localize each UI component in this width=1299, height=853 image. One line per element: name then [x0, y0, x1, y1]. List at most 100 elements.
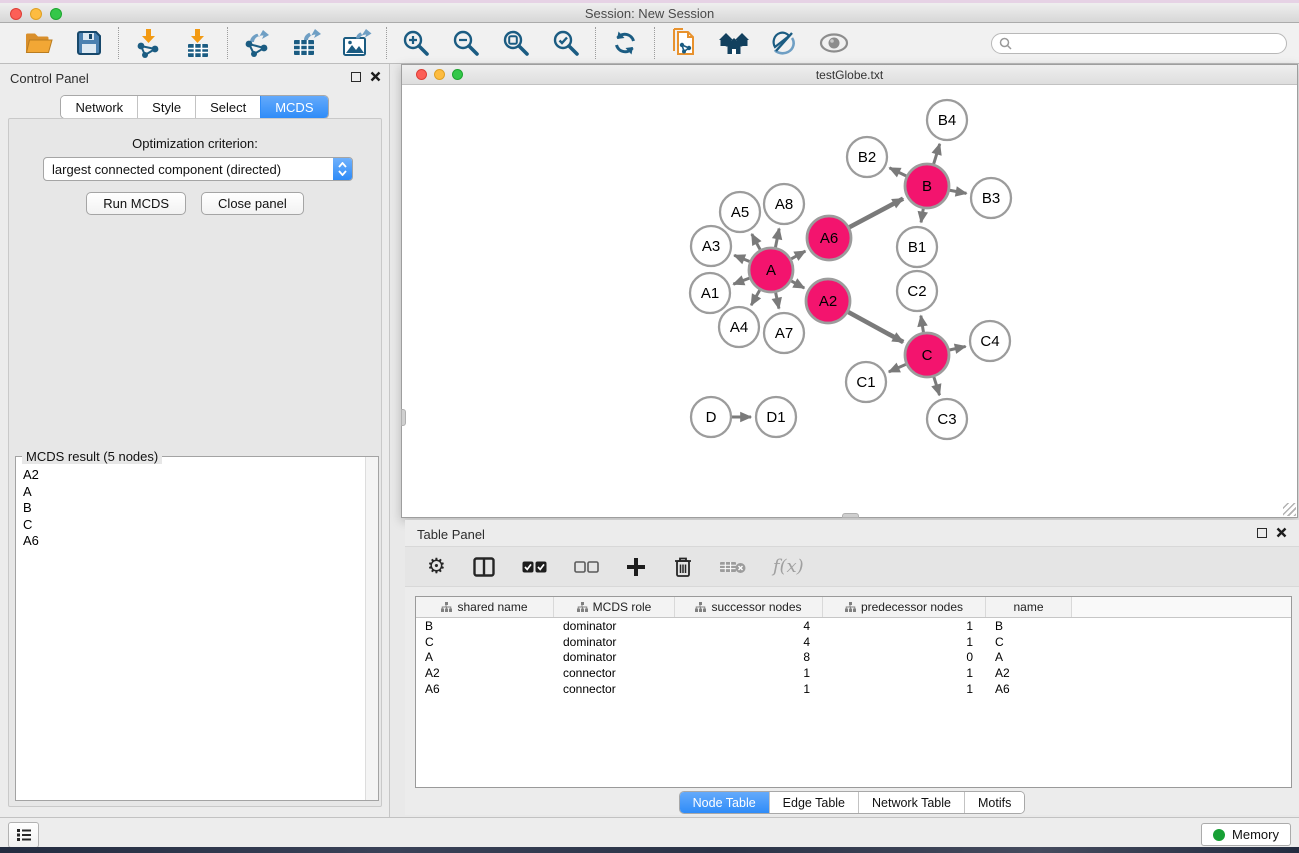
hidden-panel-grip[interactable]: [401, 409, 406, 426]
criterion-dropdown[interactable]: largest connected component (directed): [43, 157, 353, 181]
zoom-fit-icon[interactable]: [499, 27, 533, 59]
edge-A-A5[interactable]: [752, 234, 760, 250]
mcds-result-item[interactable]: A: [23, 484, 357, 501]
show-graphics-details-icon[interactable]: [767, 27, 801, 59]
table-cell-shared-name[interactable]: C: [416, 635, 554, 649]
tab-network-table[interactable]: Network Table: [858, 792, 964, 813]
column-header-predecessor-nodes[interactable]: predecessor nodes: [823, 597, 986, 617]
edge-C-C3[interactable]: [934, 377, 940, 395]
column-header-mcds-role[interactable]: MCDS role: [554, 597, 675, 617]
deselect-all-columns-icon[interactable]: [574, 552, 599, 582]
table-settings-gear-icon[interactable]: ⚙: [427, 552, 446, 582]
graph-node-B4[interactable]: B4: [927, 100, 967, 140]
network-from-selection-icon[interactable]: [667, 27, 701, 59]
graph-node-C[interactable]: C: [905, 333, 949, 377]
table-cell-predecessor-nodes[interactable]: 1: [823, 666, 986, 680]
mcds-result-item[interactable]: B: [23, 500, 357, 517]
table-cell-name[interactable]: A6: [986, 682, 1072, 696]
tab-edge-table[interactable]: Edge Table: [769, 792, 858, 813]
table-cell-predecessor-nodes[interactable]: 1: [823, 635, 986, 649]
mcds-result-item[interactable]: A6: [23, 533, 357, 550]
table-cell-name[interactable]: B: [986, 619, 1072, 633]
edge-B-B1[interactable]: [921, 209, 923, 223]
memory-button[interactable]: Memory: [1201, 823, 1291, 846]
edge-A-A7[interactable]: [776, 293, 779, 309]
close-panel-button[interactable]: Close panel: [201, 192, 304, 215]
table-cell-successor-nodes[interactable]: 4: [675, 635, 823, 649]
refresh-icon[interactable]: [608, 27, 642, 59]
import-network-icon[interactable]: [131, 27, 165, 59]
mcds-result-item[interactable]: C: [23, 517, 357, 534]
column-header-successor-nodes[interactable]: successor nodes: [675, 597, 823, 617]
table-cell-mcds-role[interactable]: connector: [554, 682, 675, 696]
table-cell-shared-name[interactable]: A2: [416, 666, 554, 680]
float-table-panel-icon[interactable]: [1257, 528, 1267, 538]
graph-node-A7[interactable]: A7: [764, 313, 804, 353]
edge-A-A2[interactable]: [791, 281, 804, 288]
graph-node-C2[interactable]: C2: [897, 271, 937, 311]
edge-C-C1[interactable]: [889, 364, 906, 372]
result-scrollbar[interactable]: [365, 457, 378, 800]
zoom-selected-icon[interactable]: [549, 27, 583, 59]
graph-node-A[interactable]: A: [749, 248, 793, 292]
edge-B-B4[interactable]: [934, 144, 940, 164]
import-table-icon[interactable]: [181, 27, 215, 59]
table-cell-name[interactable]: A: [986, 650, 1072, 664]
edge-A-A1[interactable]: [733, 278, 749, 284]
table-cell-mcds-role[interactable]: dominator: [554, 635, 675, 649]
network-window-titlebar[interactable]: testGlobe.txt: [402, 65, 1297, 85]
run-mcds-button[interactable]: Run MCDS: [86, 192, 186, 215]
table-cell-shared-name[interactable]: A: [416, 650, 554, 664]
zoom-in-icon[interactable]: [399, 27, 433, 59]
graph-node-A6[interactable]: A6: [807, 216, 851, 260]
resize-grip[interactable]: [1283, 503, 1296, 516]
select-all-columns-icon[interactable]: [522, 552, 547, 582]
graph-node-D[interactable]: D: [691, 397, 731, 437]
table-row[interactable]: Bdominator41B: [416, 618, 1291, 634]
close-table-panel-icon[interactable]: [1276, 527, 1287, 538]
graph-node-A2[interactable]: A2: [806, 279, 850, 323]
column-header-shared-name[interactable]: shared name: [416, 597, 554, 617]
table-row[interactable]: Adominator80A: [416, 650, 1291, 666]
edge-A-A3[interactable]: [734, 255, 749, 261]
graph-node-D1[interactable]: D1: [756, 397, 796, 437]
table-cell-successor-nodes[interactable]: 1: [675, 666, 823, 680]
eye-icon[interactable]: [817, 27, 851, 59]
table-cell-predecessor-nodes[interactable]: 0: [823, 650, 986, 664]
table-cell-shared-name[interactable]: B: [416, 619, 554, 633]
graph-node-C1[interactable]: C1: [846, 362, 886, 402]
graph-node-B1[interactable]: B1: [897, 227, 937, 267]
graph-node-C3[interactable]: C3: [927, 399, 967, 439]
table-cell-successor-nodes[interactable]: 4: [675, 619, 823, 633]
network-canvas[interactable]: B4B2BB3A5A8A6A3B1AA1C2A2A4A7C4CC1DD1C3: [402, 85, 1297, 517]
edge-B-B3[interactable]: [950, 190, 967, 193]
open-file-icon[interactable]: [22, 27, 56, 59]
float-panel-icon[interactable]: [351, 72, 361, 82]
graph-node-A1[interactable]: A1: [690, 273, 730, 313]
column-layout-icon[interactable]: [473, 552, 495, 582]
zoom-out-icon[interactable]: [449, 27, 483, 59]
edge-A6-B[interactable]: [849, 199, 903, 228]
table-cell-mcds-role[interactable]: dominator: [554, 650, 675, 664]
edge-C-C2[interactable]: [921, 316, 924, 333]
export-network-icon[interactable]: [240, 27, 274, 59]
graph-node-A5[interactable]: A5: [720, 192, 760, 232]
table-row[interactable]: A2connector11A2: [416, 665, 1291, 681]
search-input[interactable]: [991, 33, 1287, 54]
tab-network[interactable]: Network: [61, 96, 137, 118]
graph-node-B2[interactable]: B2: [847, 137, 887, 177]
table-cell-successor-nodes[interactable]: 8: [675, 650, 823, 664]
table-row[interactable]: Cdominator41C: [416, 634, 1291, 650]
table-cell-mcds-role[interactable]: dominator: [554, 619, 675, 633]
add-column-icon[interactable]: [626, 552, 646, 582]
close-panel-icon[interactable]: [370, 71, 381, 82]
edge-A-A6[interactable]: [791, 251, 805, 259]
tab-style[interactable]: Style: [137, 96, 195, 118]
table-cell-successor-nodes[interactable]: 1: [675, 682, 823, 696]
graph-node-A3[interactable]: A3: [691, 226, 731, 266]
table-cell-predecessor-nodes[interactable]: 1: [823, 619, 986, 633]
graph-node-A4[interactable]: A4: [719, 307, 759, 347]
table-row[interactable]: A6connector11A6: [416, 681, 1291, 697]
delete-column-trash-icon[interactable]: [673, 552, 693, 582]
edge-B-B2[interactable]: [890, 168, 907, 176]
